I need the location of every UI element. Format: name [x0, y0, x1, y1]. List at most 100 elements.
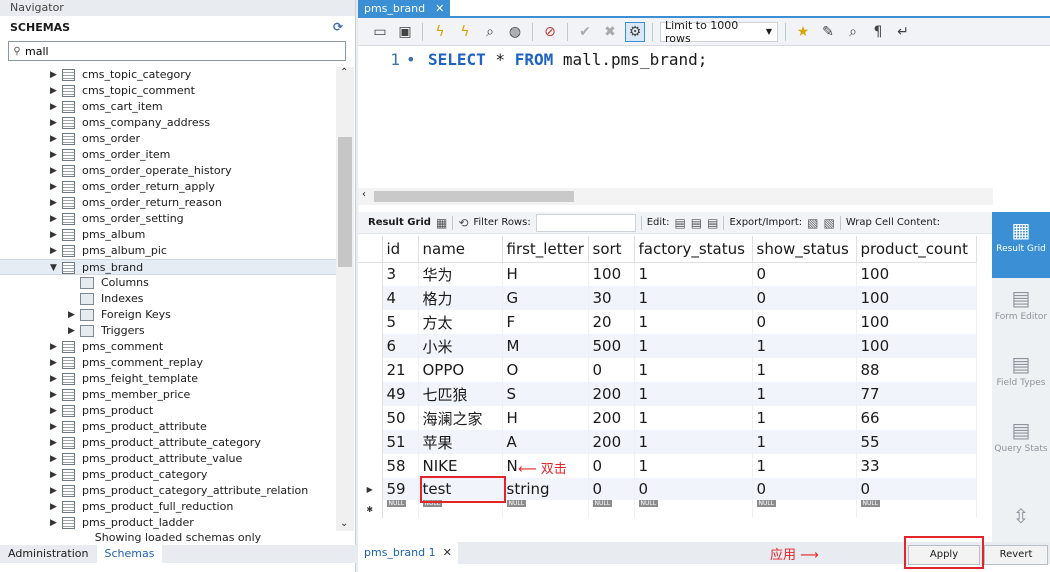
column-header[interactable]: sort	[588, 236, 635, 263]
table-row[interactable]: 5 方太 F 20 1 0 100	[358, 310, 977, 334]
execute-current-icon[interactable]: ϟ	[455, 22, 475, 42]
stop-icon[interactable]: ◍	[505, 22, 525, 42]
expand-right-icon[interactable]: ▶	[50, 499, 60, 515]
scroll-left-icon[interactable]: ‹	[362, 189, 366, 200]
expand-right-icon[interactable]: ▶	[68, 307, 78, 323]
table-cell[interactable]: 100	[856, 262, 977, 286]
rollback-icon[interactable]: ✖	[600, 22, 620, 42]
table-cell[interactable]: 0	[588, 478, 635, 500]
table-cell[interactable]: 1	[752, 430, 857, 454]
expand-right-icon[interactable]: ▶	[50, 195, 60, 211]
expand-right-icon[interactable]: ▶	[68, 323, 78, 339]
sql-editor[interactable]: 1 • SELECT * FROM mall.pms_brand;	[358, 46, 1050, 188]
toggle-error-icon[interactable]: ⊘	[540, 22, 560, 42]
revert-button[interactable]: Revert	[984, 545, 1048, 565]
side-field-types[interactable]: ▤ Field Types	[992, 352, 1050, 388]
table-cell[interactable]: 1	[634, 334, 753, 358]
table-cell[interactable]: A	[502, 430, 589, 454]
table-cell[interactable]: string	[502, 478, 589, 500]
table-cell[interactable]: 1	[634, 358, 753, 382]
tree-item[interactable]: ▶ pms_product_attribute_value	[0, 451, 336, 467]
tab-administration[interactable]: Administration	[0, 545, 97, 563]
side-form-editor[interactable]: ▤ Form Editor	[992, 286, 1050, 322]
tree-item[interactable]: ▶ oms_company_address	[0, 115, 336, 131]
expand-right-icon[interactable]: ▶	[50, 163, 60, 179]
table-cell[interactable]: 21	[382, 358, 419, 382]
tree-item[interactable]: ▶ pms_product	[0, 403, 336, 419]
table-cell[interactable]: 1	[634, 310, 753, 334]
table-cell[interactable]: O	[502, 358, 589, 382]
table-cell[interactable]: 20	[588, 310, 635, 334]
table-row[interactable]: 21 OPPO O 0 1 1 88	[358, 358, 977, 382]
table-row[interactable]: 58 NIKE N 0 1 1 33	[358, 454, 977, 478]
refresh-icon[interactable]: ⟳	[333, 20, 343, 34]
commit-icon[interactable]: ✔	[575, 22, 595, 42]
delete-row-icon[interactable]: ▤	[707, 216, 718, 230]
table-cell[interactable]: 1	[752, 382, 857, 406]
tree-item[interactable]: ▶ Foreign Keys	[0, 307, 336, 323]
null-cell[interactable]: NULL	[588, 500, 635, 518]
schema-filter-field[interactable]: ⚲	[8, 41, 346, 61]
table-cell[interactable]: 1	[752, 406, 857, 430]
table-cell[interactable]: 1	[634, 430, 753, 454]
table-cell[interactable]: 0	[752, 262, 857, 286]
column-header[interactable]: id	[382, 236, 419, 263]
expand-right-icon[interactable]: ▶	[50, 243, 60, 259]
tree-item[interactable]: ▶ pms_feight_template	[0, 371, 336, 387]
table-cell[interactable]: H	[502, 406, 589, 430]
tree-item[interactable]: ▶ pms_comment	[0, 339, 336, 355]
expand-right-icon[interactable]: ▶	[50, 115, 60, 131]
table-cell[interactable]: 0	[752, 478, 857, 500]
expand-right-icon[interactable]: ▶	[50, 99, 60, 115]
expand-right-icon[interactable]: ▶	[50, 371, 60, 387]
tree-item[interactable]: ▶ oms_cart_item	[0, 99, 336, 115]
expand-right-icon[interactable]: ▶	[50, 67, 60, 83]
expand-right-icon[interactable]: ▶	[50, 387, 60, 403]
null-cell[interactable]: NULL	[382, 500, 419, 518]
expand-right-icon[interactable]: ▶	[50, 467, 60, 483]
table-cell[interactable]: 200	[588, 406, 635, 430]
apply-button[interactable]: Apply	[908, 545, 980, 565]
table-cell[interactable]: 5	[382, 310, 419, 334]
close-icon[interactable]: ✕	[435, 2, 444, 15]
expand-right-icon[interactable]: ▶	[50, 355, 60, 371]
null-cell[interactable]: NULL	[634, 500, 753, 518]
table-cell[interactable]: 30	[588, 286, 635, 310]
table-cell[interactable]: H	[502, 262, 589, 286]
tree-scrollbar[interactable]: ⌃ ⌄	[336, 67, 354, 531]
table-cell[interactable]: 海澜之家	[418, 406, 503, 430]
table-cell[interactable]: 6	[382, 334, 419, 358]
tree-item[interactable]: ▶ pms_album	[0, 227, 336, 243]
beautify-icon[interactable]: ✎	[818, 22, 838, 42]
table-cell[interactable]: 4	[382, 286, 419, 310]
expand-right-icon[interactable]: ▶	[50, 451, 60, 467]
expand-right-icon[interactable]: ▶	[50, 419, 60, 435]
table-cell[interactable]: 0	[588, 358, 635, 382]
table-cell[interactable]: 0	[752, 286, 857, 310]
table-cell[interactable]: F	[502, 310, 589, 334]
table-cell[interactable]: 51	[382, 430, 419, 454]
tree-item[interactable]: ▼ pms_brand	[0, 259, 336, 275]
execute-icon[interactable]: ϟ	[430, 22, 450, 42]
expand-right-icon[interactable]: ▶	[50, 403, 60, 419]
table-cell[interactable]: 0	[588, 454, 635, 478]
table-cell[interactable]: 3	[382, 262, 419, 286]
tree-item[interactable]: Indexes	[0, 291, 336, 307]
column-header[interactable]: factory_status	[634, 236, 753, 263]
scroll-thumb[interactable]	[338, 137, 352, 267]
null-cell[interactable]: NULL	[502, 500, 589, 518]
expand-right-icon[interactable]: ▶	[50, 211, 60, 227]
tree-item[interactable]: ▶ oms_order_return_apply	[0, 179, 336, 195]
table-cell[interactable]: G	[502, 286, 589, 310]
table-cell[interactable]: 0	[752, 310, 857, 334]
table-row[interactable]: 6 小米 M 500 1 1 100	[358, 334, 977, 358]
expand-right-icon[interactable]: ▶	[50, 515, 60, 531]
tree-item[interactable]: ▶ pms_product_attribute	[0, 419, 336, 435]
editor-hscrollbar[interactable]: ‹	[358, 188, 993, 205]
expand-right-icon[interactable]: ▶	[50, 483, 60, 499]
export-icon[interactable]: ▧	[807, 216, 818, 230]
table-cell[interactable]: 1	[634, 286, 753, 310]
tree-item[interactable]: ▶ pms_product_ladder	[0, 515, 336, 531]
tree-item[interactable]: ▶ oms_order_return_reason	[0, 195, 336, 211]
tree-item[interactable]: ▶ oms_order_item	[0, 147, 336, 163]
